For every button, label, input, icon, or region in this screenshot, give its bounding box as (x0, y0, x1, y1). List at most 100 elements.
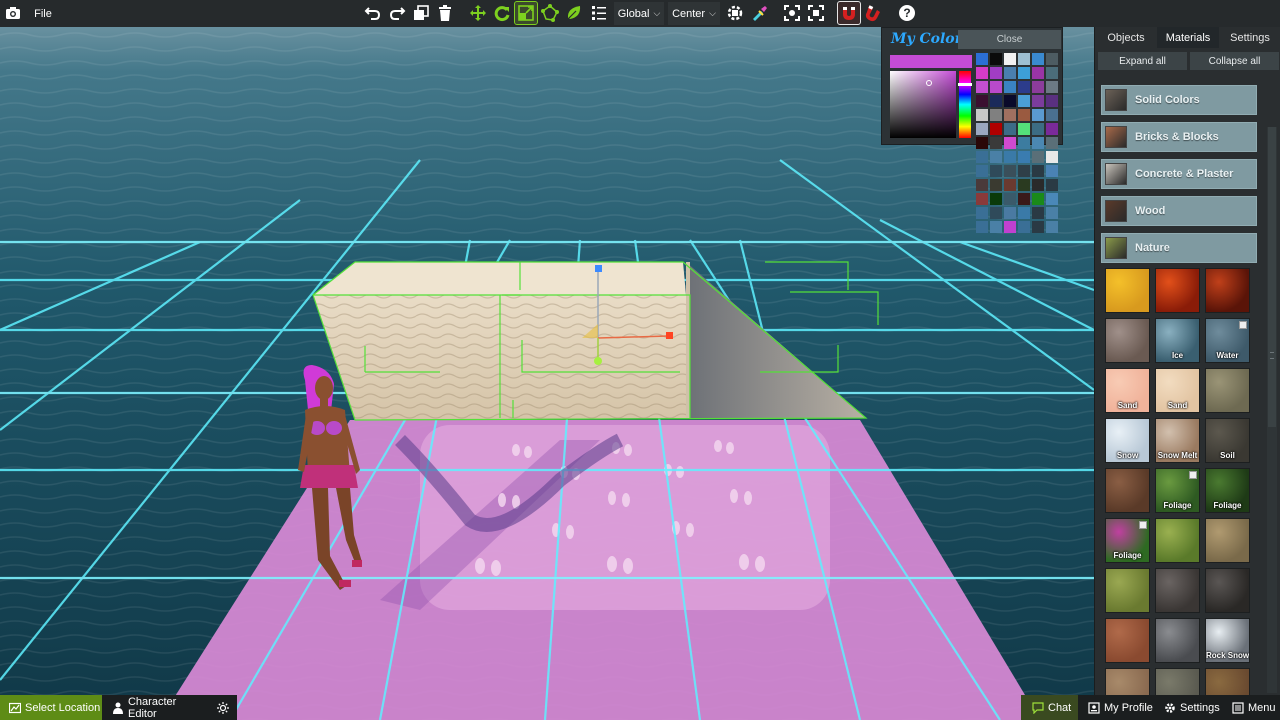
category-bricks-blocks[interactable]: Bricks & Blocks (1101, 122, 1257, 152)
material-leaves-tile[interactable] (1205, 518, 1250, 563)
color-swatch[interactable] (1004, 109, 1016, 121)
color-swatch[interactable] (990, 123, 1002, 135)
material-flowers-tile[interactable]: Foliage (1105, 518, 1150, 563)
color-swatch[interactable] (1032, 53, 1044, 65)
color-swatch[interactable] (1004, 53, 1016, 65)
category-concrete-plaster[interactable]: Concrete & Plaster (1101, 159, 1257, 189)
color-swatch[interactable] (1004, 207, 1016, 219)
color-swatch[interactable] (990, 207, 1002, 219)
chat-button[interactable]: Chat (1021, 695, 1078, 720)
color-swatch[interactable] (1032, 207, 1044, 219)
color-swatch[interactable] (1046, 123, 1058, 135)
color-swatch[interactable] (1018, 207, 1030, 219)
color-swatch[interactable] (976, 193, 988, 205)
hue-slider-handle[interactable] (958, 83, 972, 86)
color-swatch[interactable] (1004, 165, 1016, 177)
color-swatch[interactable] (1032, 151, 1044, 163)
color-swatch[interactable] (1032, 109, 1044, 121)
color-swatch[interactable] (1046, 137, 1058, 149)
color-swatch[interactable] (1004, 67, 1016, 79)
color-swatch[interactable] (1032, 179, 1044, 191)
camera-icon[interactable] (2, 2, 24, 24)
material-rock-tile[interactable] (1155, 568, 1200, 613)
rotate-tool-button[interactable] (491, 2, 513, 24)
color-swatch[interactable] (1046, 193, 1058, 205)
color-swatch[interactable] (990, 95, 1002, 107)
file-menu[interactable]: File (28, 2, 58, 25)
settings-button[interactable]: Settings (1154, 695, 1222, 720)
color-swatch[interactable] (1018, 193, 1030, 205)
material-dirt-tile[interactable] (1105, 468, 1150, 513)
category-solid-colors[interactable]: Solid Colors (1101, 85, 1257, 115)
move-tool-button[interactable] (467, 2, 489, 24)
coordinate-space-dropdown[interactable]: Global ⌵ (614, 2, 664, 25)
sv-cursor[interactable] (926, 80, 932, 86)
material-water-tile[interactable]: Water (1205, 318, 1250, 363)
lighting-button[interactable] (208, 695, 237, 720)
color-swatch[interactable] (976, 151, 988, 163)
color-swatch[interactable] (990, 165, 1002, 177)
color-swatch[interactable] (1018, 53, 1030, 65)
pivot-dropdown[interactable]: Center ⌵ (668, 2, 720, 25)
category-wood[interactable]: Wood (1101, 196, 1257, 226)
color-swatch[interactable] (1046, 67, 1058, 79)
tab-objects[interactable]: Objects (1095, 27, 1157, 48)
color-swatch[interactable] (1032, 123, 1044, 135)
color-swatch[interactable] (1046, 109, 1058, 121)
color-swatch[interactable] (1046, 221, 1058, 233)
material-sand-pink-tile[interactable]: Sand (1105, 368, 1150, 413)
hue-slider[interactable] (958, 71, 972, 138)
color-swatch[interactable] (990, 179, 1002, 191)
paint-tool-button[interactable] (563, 2, 585, 24)
color-swatch[interactable] (976, 123, 988, 135)
scale-tool-button[interactable] (514, 1, 538, 25)
material-soil-tile[interactable]: Soil (1205, 418, 1250, 463)
color-swatch[interactable] (1018, 151, 1030, 163)
expand-all-button[interactable]: Expand all (1098, 52, 1187, 70)
delete-button[interactable] (434, 2, 456, 24)
color-swatch[interactable] (1032, 81, 1044, 93)
color-swatch[interactable] (990, 67, 1002, 79)
color-swatch[interactable] (1032, 67, 1044, 79)
saturation-value-field[interactable] (890, 71, 956, 138)
color-swatch[interactable] (1032, 193, 1044, 205)
color-swatch[interactable] (976, 165, 988, 177)
help-button[interactable]: ? (896, 2, 918, 24)
color-swatch[interactable] (1046, 179, 1058, 191)
color-swatch[interactable] (1004, 221, 1016, 233)
focus-selection-button[interactable] (781, 2, 803, 24)
scrollbar-thumb[interactable] (1268, 127, 1276, 427)
material-foliage-tile[interactable]: Foliage (1155, 468, 1200, 513)
points-tool-button[interactable] (539, 2, 561, 24)
color-swatch[interactable] (1004, 95, 1016, 107)
menu-button[interactable]: Menu (1222, 695, 1280, 720)
color-swatch[interactable] (1046, 165, 1058, 177)
color-swatch[interactable] (976, 53, 988, 65)
color-swatch[interactable] (976, 109, 988, 121)
color-swatch[interactable] (976, 179, 988, 191)
color-swatch[interactable] (1018, 67, 1030, 79)
color-swatch[interactable] (990, 151, 1002, 163)
color-swatch[interactable] (976, 95, 988, 107)
color-swatch[interactable] (1004, 151, 1016, 163)
frame-all-button[interactable] (805, 2, 827, 24)
tab-materials[interactable]: Materials (1157, 27, 1219, 48)
color-swatch[interactable] (1018, 165, 1030, 177)
material-sand-tile[interactable]: Sand (1155, 368, 1200, 413)
color-swatch[interactable] (1004, 193, 1016, 205)
material-rock-snow-tile[interactable]: Rock Snow (1205, 618, 1250, 663)
material-slate-tile[interactable] (1205, 568, 1250, 613)
color-swatch[interactable] (1018, 137, 1030, 149)
color-swatch[interactable] (990, 109, 1002, 121)
color-swatch[interactable] (1046, 151, 1058, 163)
material-lava-dark-tile[interactable] (1205, 268, 1250, 313)
color-swatch[interactable] (976, 81, 988, 93)
material-grass-tile[interactable] (1155, 518, 1200, 563)
material-ice-tile[interactable]: Ice (1155, 318, 1200, 363)
color-swatch[interactable] (990, 81, 1002, 93)
color-swatch[interactable] (1046, 95, 1058, 107)
color-swatch[interactable] (990, 53, 1002, 65)
tab-settings[interactable]: Settings (1219, 27, 1280, 48)
magnet-snap-toggle[interactable] (837, 1, 861, 25)
material-clay-tile[interactable] (1105, 618, 1150, 663)
